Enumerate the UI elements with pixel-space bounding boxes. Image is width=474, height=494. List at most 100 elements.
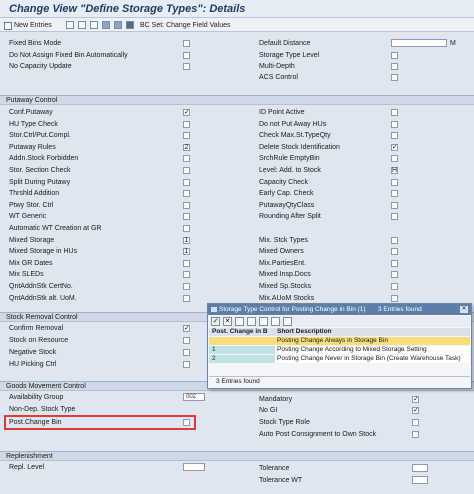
fixed-bins-mode-label: Fixed Bins Mode [9,40,62,47]
default-distance-input[interactable] [391,39,447,47]
putaway-right-field[interactable] [391,295,398,302]
key-cell-bg [209,355,275,363]
close-icon[interactable]: ✕ [460,306,468,313]
putaway-left-field[interactable] [183,260,190,267]
putaway-right-field[interactable] [391,121,398,128]
putaway-right-label: Early Cap. Check [259,190,314,197]
putaway-right-field[interactable] [391,132,398,139]
putaway-right-field[interactable] [391,283,398,290]
putaway-left-label: QntAddnStk alt. UoM. [9,295,77,302]
putaway-left-field[interactable] [183,295,190,302]
putaway-right-label: Mix. Stck Types [259,237,308,244]
select-all-icon[interactable] [126,21,134,29]
putaway-left-label: Addn.Stock Forbidden [9,155,79,162]
no-gi-checkbox[interactable]: ✓ [412,407,419,414]
new-entries-button[interactable]: New Entries [4,21,52,30]
tolerance-wt-input[interactable] [412,476,428,484]
putaway-left-field[interactable] [183,167,190,174]
putaway-right-field[interactable] [391,248,398,255]
putaway-left-label: HU Type Check [9,121,58,128]
confirm-removal-checkbox[interactable]: ✓ [183,325,190,332]
table-row[interactable]: 2 Posting Change Never in Storage Bin (C… [209,355,470,363]
no-auto-fixed-bin-label: Do Not Assign Fixed Bin Automatically [9,52,128,59]
putaway-left-field[interactable]: ✓ [183,109,190,116]
putaway-right-field[interactable] [391,213,398,220]
post-change-bin-highlight [4,415,196,430]
popup-title: Storage Type Control for Posting Change … [219,306,366,313]
fixed-bins-mode-checkbox[interactable] [183,40,190,47]
putaway-right-label: Mix.PartiesEnt. [259,260,307,267]
acs-control-checkbox[interactable] [391,74,398,81]
repl-level-label: Repl. Level [9,464,45,471]
storage-type-level-label: Storage Type Level [259,52,320,59]
putaway-left-field[interactable] [183,132,190,139]
availability-group-input[interactable]: 002 [183,393,205,401]
putaway-right-field[interactable] [391,179,398,186]
bc-set-button[interactable]: BC Set: Change Field Values [140,21,231,30]
storage-type-level-checkbox[interactable] [391,52,398,59]
putaway-left-field[interactable] [183,179,190,186]
putaway-right-field[interactable] [391,190,398,197]
delete-icon[interactable] [78,21,86,29]
list-settings-icon[interactable] [271,317,280,326]
column-header-post-change[interactable]: Post. Change in B [212,328,268,336]
putaway-left-label: Stor. Section Check [9,167,71,174]
export-icon[interactable] [283,317,292,326]
previous-entry-icon[interactable] [102,21,110,29]
row-key [209,337,273,345]
putaway-right-field[interactable] [391,155,398,162]
sort-icon[interactable] [247,317,256,326]
putaway-left-field[interactable] [183,202,190,209]
replenishment-heading: Replenishment [6,453,53,460]
putaway-right-field[interactable] [391,260,398,267]
title-bar: Change View "Define Storage Types": Deta… [0,0,474,18]
cancel-icon[interactable]: ✕ [223,317,232,326]
table-row[interactable]: 1 Posting Change According to Mixed Stor… [209,346,470,354]
multi-depth-checkbox[interactable] [391,63,398,70]
table-row[interactable]: Posting Change Always in Storage Bin [209,337,470,345]
putaway-left-field[interactable] [183,190,190,197]
popup-title-bar[interactable]: Storage Type Control for Posting Change … [208,304,471,315]
putaway-left-field[interactable] [183,271,190,278]
putaway-right-field[interactable]: ✓ [391,144,398,151]
row-description: Posting Change According to Mixed Storag… [277,346,427,353]
row-description: Posting Change Never in Storage Bin (Cre… [277,355,461,362]
putaway-left-field[interactable] [183,213,190,220]
putaway-right-field[interactable]: H [391,167,398,174]
repl-level-input[interactable] [183,463,205,471]
putaway-left-field[interactable]: 1 [183,237,190,244]
stock-type-role-field[interactable] [412,419,419,426]
find-icon[interactable] [235,317,244,326]
stock-on-resource-checkbox[interactable] [183,337,190,344]
putaway-right-field[interactable] [391,109,398,116]
filter-icon[interactable] [259,317,268,326]
no-auto-fixed-bin-checkbox[interactable] [183,52,190,59]
copy-icon[interactable] [66,21,74,29]
mandatory-checkbox[interactable]: ✓ [412,396,419,403]
putaway-left-field[interactable] [183,225,190,232]
no-capacity-update-checkbox[interactable] [183,63,190,70]
putaway-left-field[interactable] [183,155,190,162]
putaway-right-field[interactable] [391,271,398,278]
value-help-popup[interactable]: Storage Type Control for Posting Change … [207,303,472,389]
goods-movement-heading: Goods Movement Control [6,383,86,390]
putaway-right-label: Mixed Insp.Docs [259,271,311,278]
next-entry-icon[interactable] [114,21,122,29]
tolerance-input[interactable] [412,464,428,472]
putaway-left-label: Putaway Rules [9,144,56,151]
putaway-right-field[interactable] [391,237,398,244]
putaway-left-field[interactable] [183,283,190,290]
stock-type-role-label: Stock Type Role [259,419,310,426]
putaway-left-field[interactable]: 1 [183,248,190,255]
auto-post-consignment-checkbox[interactable] [412,431,419,438]
undo-icon[interactable] [90,21,98,29]
putaway-left-field[interactable] [183,121,190,128]
putaway-left-field[interactable]: 2 [183,144,190,151]
putaway-right-field[interactable] [391,202,398,209]
column-header-short-description[interactable]: Short Description [277,328,332,336]
negative-stock-checkbox[interactable] [183,349,190,356]
putaway-left-label: Stor.Ctrl/Put.Compl. [9,132,71,139]
putaway-left-label: Conf.Putaway [9,109,53,116]
confirm-check-icon[interactable]: ✓ [211,317,220,326]
hu-picking-ctrl-checkbox[interactable] [183,361,190,368]
